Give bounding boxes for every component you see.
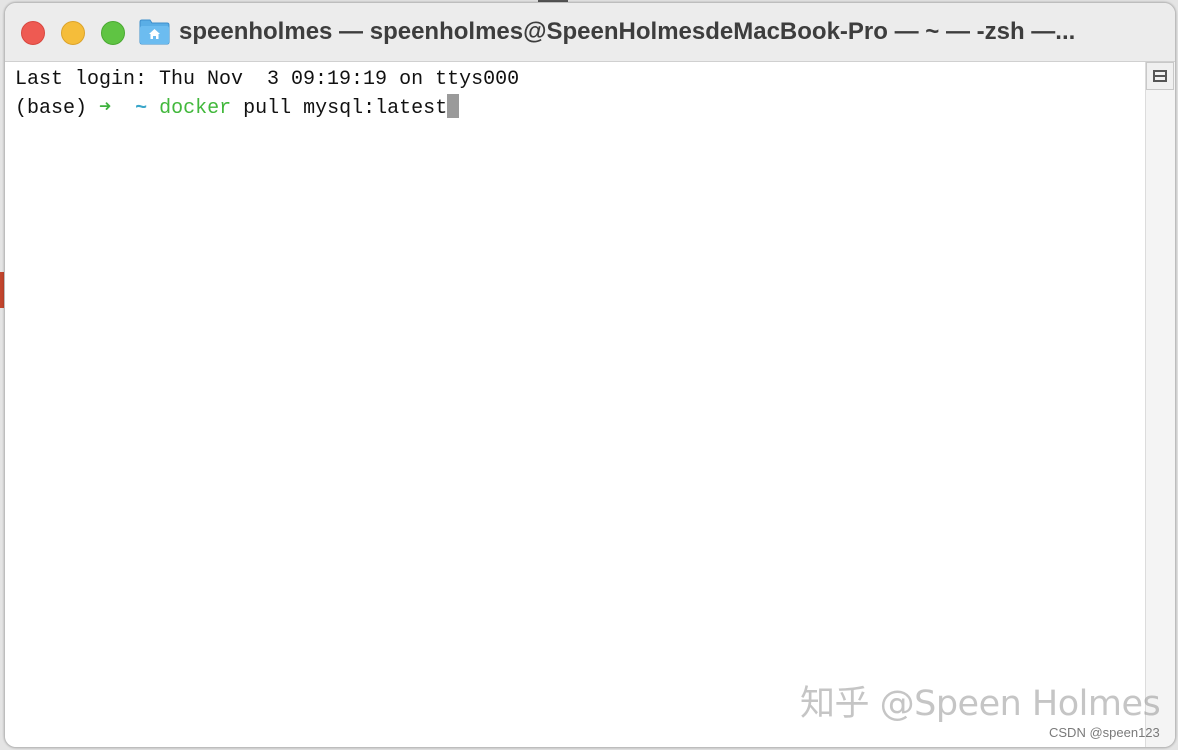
- split-pane-button[interactable]: [1146, 62, 1174, 90]
- prompt-line: (base) ➜ ~ docker pull mysql:latest: [15, 94, 460, 123]
- minimize-button[interactable]: [61, 21, 85, 45]
- home-folder-icon: [139, 19, 170, 45]
- zoom-button[interactable]: [101, 21, 125, 45]
- title-bar[interactable]: speenholmes — speenholmes@SpeenHolmesdeM…: [5, 3, 1175, 62]
- zhihu-watermark: 知乎 @Speen Holmes: [800, 684, 1161, 724]
- command-args: pull mysql:latest: [243, 97, 448, 120]
- terminal-window: speenholmes — speenholmes@SpeenHolmesdeM…: [4, 2, 1176, 748]
- prompt-arrow-icon: ➜: [99, 97, 112, 120]
- close-button[interactable]: [21, 21, 45, 45]
- command-name: docker: [159, 97, 232, 120]
- current-directory: ~: [135, 97, 148, 120]
- text-cursor: [447, 94, 460, 118]
- terminal-scrollbar[interactable]: [1145, 62, 1175, 747]
- conda-env-label: (base): [15, 97, 88, 120]
- last-login-line: Last login: Thu Nov 3 09:19:19 on ttys00…: [15, 68, 520, 91]
- csdn-credit: CSDN @speen123: [1049, 725, 1160, 740]
- terminal-content[interactable]: Last login: Thu Nov 3 09:19:19 on ttys00…: [5, 62, 1145, 747]
- window-title: speenholmes — speenholmes@SpeenHolmesdeM…: [179, 18, 1076, 45]
